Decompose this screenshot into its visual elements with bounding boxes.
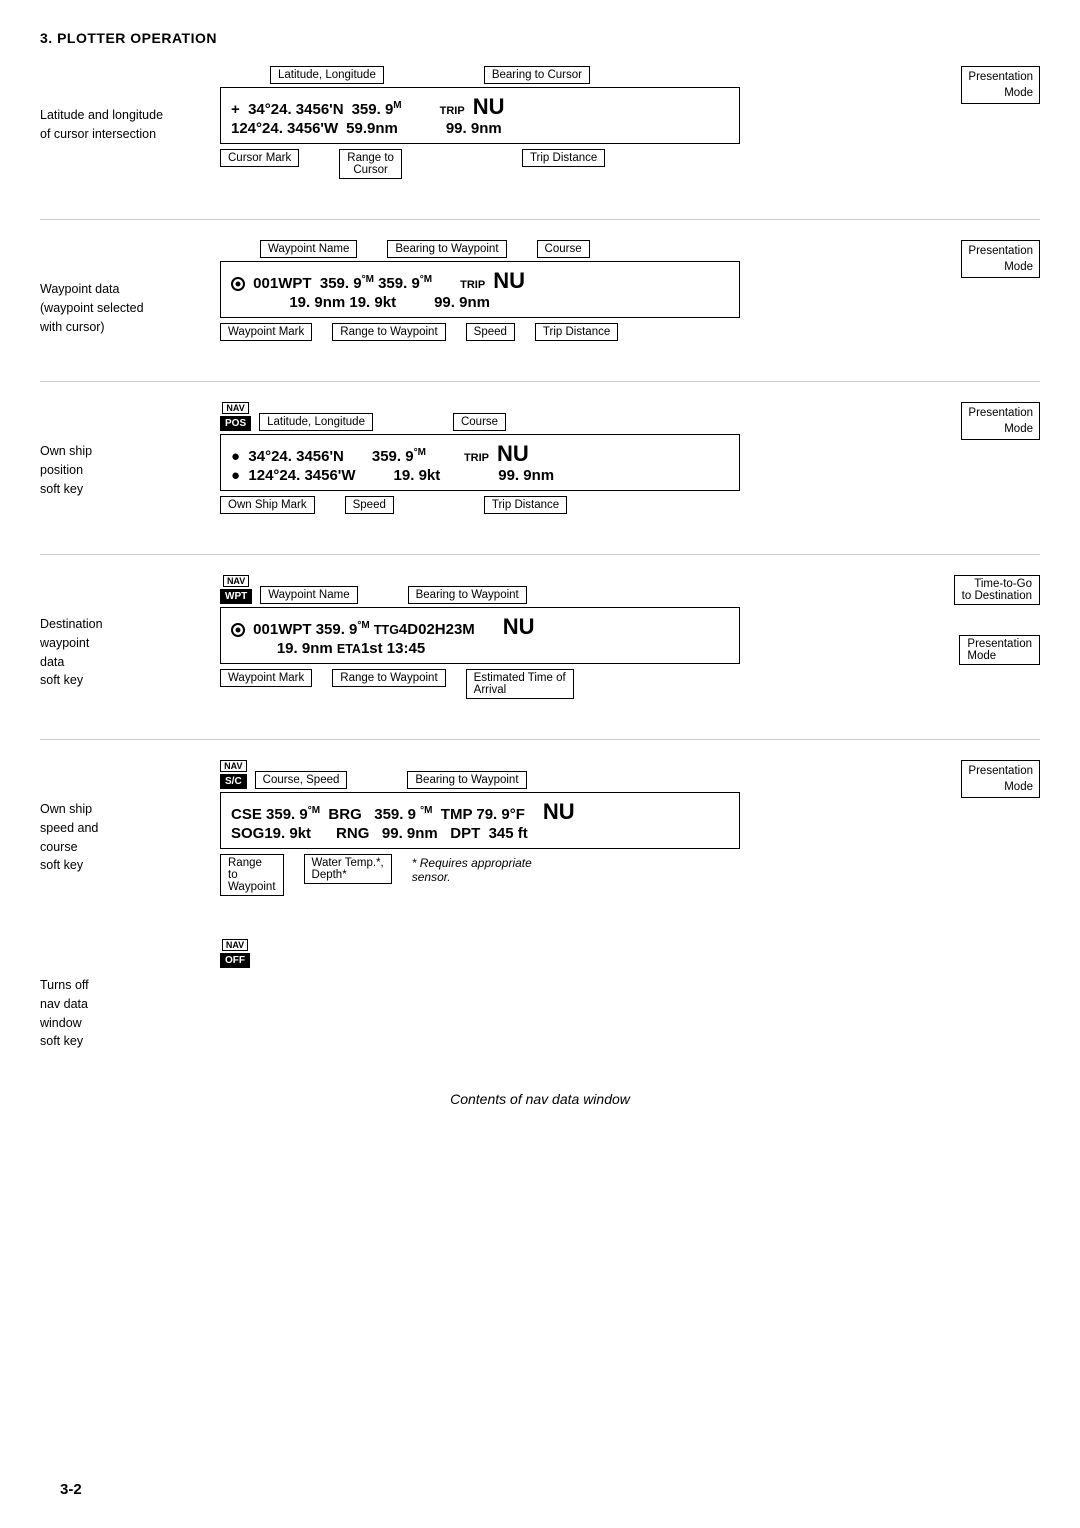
- page-caption: Contents of nav data window: [40, 1091, 1040, 1107]
- section-dest-content: Time-to-Goto Destination NAV WPT Waypoin…: [220, 575, 1040, 699]
- section-cursor-label: Latitude and longitudeof cursor intersec…: [40, 66, 220, 179]
- pres-mode-sc: Presentation Mode: [961, 760, 1040, 798]
- label-lat-lon-1: Latitude, Longitude: [270, 66, 384, 84]
- label-range-waypoint-4: Range to Waypoint: [332, 669, 445, 687]
- nav-key-sc: NAV S/C: [220, 760, 247, 789]
- section-cursor-content: Presentation Mode Latitude, Longitude Be…: [220, 66, 1040, 179]
- section-waypoint: Waypoint data(waypoint selectedwith curs…: [40, 240, 1040, 341]
- page-header: 3. PLOTTER OPERATION: [40, 30, 1040, 46]
- label-range-to-waypoint-1: Range to Waypoint: [332, 323, 445, 341]
- label-waypoint-mark-1: Waypoint Mark: [220, 323, 312, 341]
- label-bearing-waypoint-1: Bearing to Waypoint: [387, 240, 506, 258]
- label-speed-3: Speed: [345, 496, 394, 514]
- section-ownship-pos: Own shippositionsoft key Presentation Mo…: [40, 402, 1040, 514]
- section-ownship-sc: Own shipspeed andcoursesoft key Presenta…: [40, 760, 1040, 896]
- label-course-speed-5: Course, Speed: [255, 771, 348, 789]
- waypoint-dot-4: [231, 623, 245, 637]
- section-ownship-pos-label: Own shippositionsoft key: [40, 402, 220, 514]
- label-eta: Estimated Time ofArrival: [466, 669, 574, 699]
- waypoint-dot-1: [231, 277, 245, 291]
- nav-display-dest: 001WPT 359. 9°M TTG4D02H23M NU 19. 9nm E…: [220, 607, 740, 664]
- section-turns-off: Turns offnav datawindowsoft key NAV OFF: [40, 936, 1040, 1051]
- label-water-temp-depth: Water Temp.*,Depth*: [304, 854, 392, 884]
- label-own-ship-mark: Own Ship Mark: [220, 496, 315, 514]
- label-trip-distance-2: Trip Distance: [535, 323, 618, 341]
- section-ownship-sc-content: Presentation Mode NAV S/C Course, Speed …: [220, 760, 1040, 896]
- label-requires-sensor: * Requires appropriatesensor.: [412, 854, 532, 884]
- nav-display-waypoint: 001WPT 359. 9°M 359. 9°M TRIP NU 19. 9nm…: [220, 261, 740, 318]
- section-turns-off-label: Turns offnav datawindowsoft key: [40, 936, 220, 1051]
- pres-mode-cursor: Presentation Mode: [961, 66, 1040, 104]
- pres-mode-waypoint: Presentation Mode: [961, 240, 1040, 278]
- label-waypoint-name-4: Waypoint Name: [260, 586, 357, 604]
- pres-mode-dest: PresentationMode: [959, 635, 1040, 665]
- label-time-to-go: Time-to-Goto Destination: [954, 575, 1040, 605]
- label-cursor-mark: Cursor Mark: [220, 149, 299, 167]
- label-bearing-cursor: Bearing to Cursor: [484, 66, 590, 84]
- nav-key-wpt: NAV WPT: [220, 575, 252, 604]
- label-bearing-waypoint-4: Bearing to Waypoint: [408, 586, 527, 604]
- section-ownship-pos-content: Presentation Mode NAV POS Latitude, Long…: [220, 402, 1040, 514]
- label-range-to-cursor: Range toCursor: [339, 149, 402, 179]
- nav-display-cursor: + 34°24. 3456'N 359. 9M TRIP NU 124°24. …: [220, 87, 740, 144]
- nav-display-sc: CSE 359. 9°M BRG 359. 9 °M TMP 79. 9°F N…: [220, 792, 740, 849]
- label-trip-distance-1: Trip Distance: [522, 149, 605, 167]
- label-course-1: Course: [537, 240, 590, 258]
- label-waypoint-name-1: Waypoint Name: [260, 240, 357, 258]
- label-range-to-waypoint-5: RangetoWaypoint: [220, 854, 284, 896]
- nav-key-off: NAV OFF: [220, 939, 250, 968]
- section-waypoint-content: Presentation Mode Waypoint Name Bearing …: [220, 240, 1040, 341]
- label-course-3: Course: [453, 413, 506, 431]
- section-dest-label: Destinationwaypointdatasoft key: [40, 575, 220, 699]
- nav-key-pos: NAV POS: [220, 402, 251, 431]
- label-lat-lon-3: Latitude, Longitude: [259, 413, 373, 431]
- nav-display-ownship-pos: ● 34°24. 3456'N 359. 9°M TRIP NU ● 124°2…: [220, 434, 740, 491]
- label-speed-1: Speed: [466, 323, 515, 341]
- section-waypoint-label: Waypoint data(waypoint selectedwith curs…: [40, 240, 220, 341]
- section-ownship-sc-label: Own shipspeed andcoursesoft key: [40, 760, 220, 896]
- section-dest-waypoint: Destinationwaypointdatasoft key Time-to-…: [40, 575, 1040, 699]
- label-trip-distance-3: Trip Distance: [484, 496, 567, 514]
- label-bearing-waypoint-5: Bearing to Waypoint: [407, 771, 526, 789]
- section-turns-off-content: NAV OFF: [220, 936, 1040, 1051]
- pres-mode-ownship-pos: Presentation Mode: [961, 402, 1040, 440]
- page-number: 3-2: [60, 1481, 82, 1498]
- label-waypoint-mark-4: Waypoint Mark: [220, 669, 312, 687]
- section-cursor: Latitude and longitudeof cursor intersec…: [40, 66, 1040, 179]
